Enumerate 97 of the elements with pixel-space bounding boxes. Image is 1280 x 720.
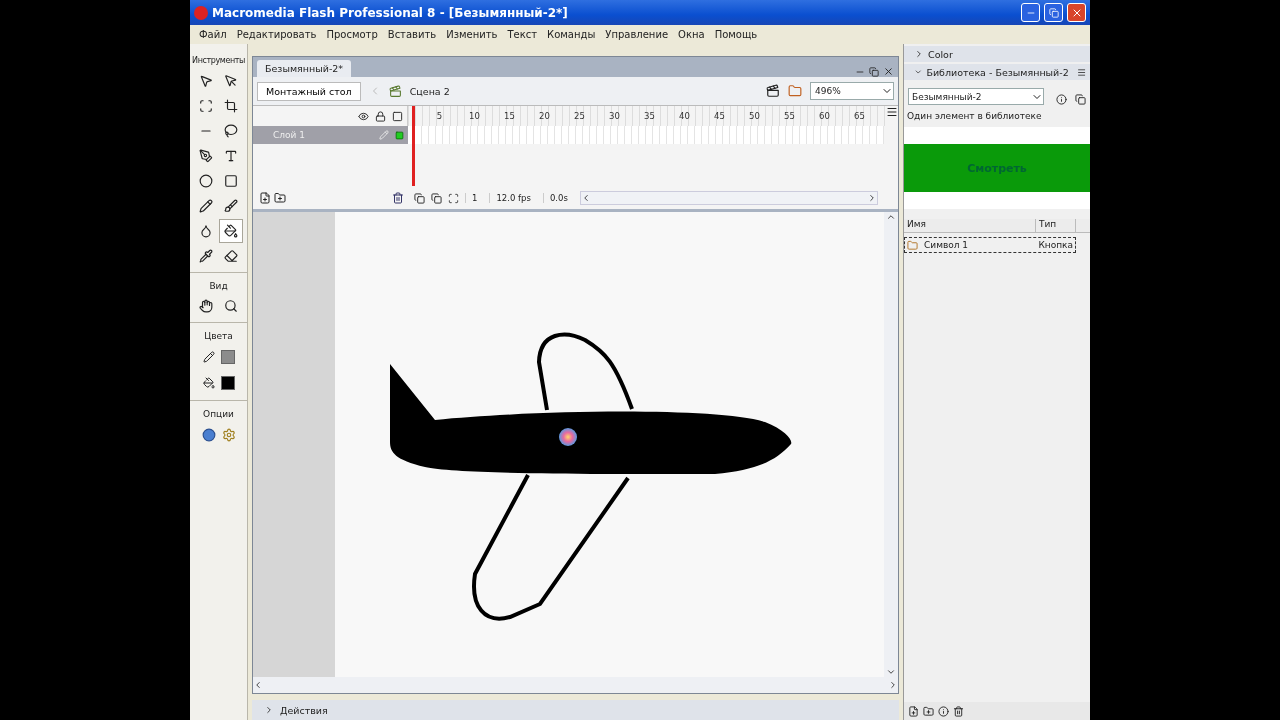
elapsed-time: 0.0s — [542, 193, 574, 203]
section-label: Вид — [209, 281, 228, 291]
frame-number: 65 — [853, 110, 866, 123]
panel-title: Color — [928, 48, 953, 60]
frame-number: 50 — [748, 110, 761, 123]
column-header[interactable]: Имя — [904, 219, 1036, 232]
current-frame: 1 — [465, 193, 484, 203]
crop-icon — [224, 99, 238, 113]
add-folder-icon[interactable] — [274, 192, 286, 204]
outline-color-icon — [395, 130, 404, 140]
maximize-button[interactable] — [1044, 3, 1063, 22]
actions-panel-header[interactable]: Действия — [252, 700, 899, 720]
frame-number: 20 — [538, 110, 551, 123]
frame-number: 55 — [783, 110, 796, 123]
menu-item[interactable]: Управление — [600, 29, 674, 40]
eraser-icon — [224, 249, 238, 263]
text-icon — [224, 149, 238, 163]
add-layer-icon[interactable] — [259, 192, 271, 204]
frame-rate: 12.0 fps — [489, 193, 537, 203]
column-header[interactable]: Тип — [1036, 219, 1076, 232]
menu-item[interactable]: Изменить — [441, 29, 503, 40]
close-icon[interactable] — [883, 66, 894, 77]
menu-item[interactable]: Команды — [542, 29, 601, 40]
document-tab[interactable]: Безымянный-2* — [257, 60, 352, 77]
frame-number: 30 — [608, 110, 621, 123]
info-icon[interactable] — [938, 705, 949, 717]
restore-icon[interactable] — [869, 67, 879, 77]
item-count: Один элемент в библиотеке — [907, 111, 1043, 121]
scrollbar[interactable] — [253, 677, 898, 693]
pencil-icon — [199, 199, 213, 213]
timeline-button[interactable]: Монтажный стол — [257, 81, 361, 101]
menu-icon[interactable] — [1076, 66, 1086, 78]
section-label: Цвета — [204, 331, 233, 341]
frame-number: 35 — [643, 110, 656, 123]
color-swatch[interactable] — [220, 376, 235, 390]
menu-item[interactable]: Текст — [502, 29, 543, 40]
item-name: Символ 1 — [924, 240, 969, 250]
menu-item[interactable]: Вставить — [382, 29, 442, 40]
window-title: Macromedia Flash Professional 8 - [Безымянный-2*] — [212, 5, 569, 20]
hand-icon — [199, 299, 213, 313]
panel-title: Инструменты — [192, 56, 245, 65]
circle-icon[interactable] — [201, 428, 216, 442]
scene-label: Сцена 2 — [409, 85, 450, 97]
outline-icon[interactable] — [392, 110, 403, 122]
menu-item[interactable]: Просмотр — [321, 29, 383, 40]
section-label: Опции — [203, 409, 234, 419]
dropper-icon — [199, 249, 213, 263]
pencil-icon — [379, 130, 389, 140]
close-button[interactable] — [1067, 3, 1086, 22]
panel-title: Библиотека - Безымянный-2 — [926, 66, 1069, 78]
zoom-field[interactable]: 496% — [810, 82, 894, 100]
menu-icon[interactable] — [886, 106, 898, 118]
trash-icon[interactable] — [392, 192, 404, 204]
scrollbar[interactable] — [884, 212, 898, 677]
frame-number: 5 — [435, 110, 444, 123]
item-type: Кнопка — [1038, 240, 1073, 250]
restore-icon — [1048, 7, 1059, 18]
lock-icon[interactable] — [375, 110, 386, 122]
frame-number: 45 — [713, 110, 726, 123]
frame-number: 60 — [818, 110, 831, 123]
lasso-icon — [224, 124, 238, 138]
color-swatch[interactable] — [220, 350, 235, 364]
pencil-icon — [202, 351, 215, 363]
menu-item[interactable]: Файл — [194, 29, 232, 40]
frame-ruler[interactable]: 5 10 15 20 25 30 35 40 45 50 55 60 65 — [408, 106, 886, 126]
new-folder-icon[interactable] — [923, 705, 934, 717]
menu-item[interactable]: Помощь — [709, 29, 763, 40]
bucket-icon — [202, 377, 215, 389]
frame-number: 10 — [468, 110, 481, 123]
frame-number: 25 — [573, 110, 586, 123]
frame-number: 40 — [678, 110, 691, 123]
panel-title: Действия — [280, 704, 328, 716]
library-dropdown[interactable]: Безымянный-2 — [908, 88, 1044, 105]
brush-icon — [224, 199, 238, 213]
eye-icon[interactable] — [358, 110, 369, 122]
library-panel-header[interactable]: Библиотека - Безымянный-2 — [904, 64, 1090, 80]
circle-icon — [199, 174, 213, 188]
menu-item[interactable]: Окна — [673, 29, 710, 40]
clapperboard-icon — [388, 84, 402, 98]
clapperboard-icon[interactable] — [766, 84, 780, 98]
frame-number: 15 — [503, 110, 516, 123]
app-icon — [194, 5, 208, 20]
scrollbar[interactable] — [579, 191, 878, 205]
pointer-icon — [224, 74, 238, 88]
bucket-icon — [224, 224, 238, 238]
drop-icon — [199, 224, 213, 238]
minimize-button[interactable] — [1021, 3, 1040, 22]
search-icon — [224, 299, 238, 313]
pen-icon — [199, 149, 213, 163]
tool-button[interactable] — [219, 219, 243, 243]
library-item[interactable]: Символ 1 Кнопка — [904, 237, 1076, 253]
square-icon — [224, 174, 238, 188]
arrow-icon — [199, 74, 213, 88]
menu-item[interactable]: Редактировать — [231, 29, 322, 40]
color-panel-header[interactable]: Color — [904, 46, 1090, 62]
trash-icon[interactable] — [953, 705, 964, 717]
gear-icon[interactable] — [221, 428, 236, 442]
